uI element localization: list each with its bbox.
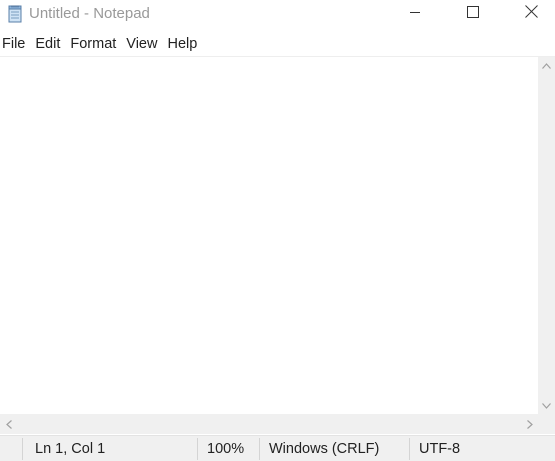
menu-format[interactable]: Format (67, 33, 119, 55)
scroll-left-icon[interactable] (0, 416, 17, 433)
scroll-down-icon[interactable] (538, 397, 555, 414)
status-divider (22, 438, 23, 460)
scrollbar-corner (538, 414, 555, 434)
scroll-right-icon[interactable] (521, 416, 538, 433)
window-title: Untitled - Notepad (29, 5, 150, 22)
status-cursor-position: Ln 1, Col 1 (35, 441, 106, 457)
maximize-icon (467, 5, 479, 23)
status-line-ending: Windows (CRLF) (269, 441, 380, 457)
vertical-scrollbar[interactable] (538, 57, 555, 414)
scroll-up-icon[interactable] (538, 57, 555, 74)
title-bar[interactable]: Untitled - Notepad (0, 0, 555, 30)
menu-view[interactable]: View (123, 33, 160, 55)
notepad-window: Untitled - Notepad File Edit Format View… (0, 0, 555, 461)
status-divider (259, 438, 260, 460)
status-divider (409, 438, 410, 460)
menu-help[interactable]: Help (164, 33, 200, 55)
menu-edit[interactable]: Edit (32, 33, 63, 55)
notepad-icon[interactable] (6, 5, 24, 23)
close-button[interactable] (502, 0, 555, 28)
menu-file[interactable]: File (0, 33, 28, 55)
minimize-button[interactable] (386, 0, 444, 28)
menu-bar: File Edit Format View Help (0, 33, 555, 55)
text-editor[interactable] (0, 57, 538, 414)
horizontal-scrollbar[interactable] (0, 414, 538, 434)
status-zoom: 100% (207, 441, 245, 457)
minimize-icon (409, 5, 421, 23)
status-divider (197, 438, 198, 460)
maximize-button[interactable] (444, 0, 502, 28)
close-icon (524, 5, 538, 23)
status-bar: Ln 1, Col 1 100% Windows (CRLF) UTF-8 (0, 435, 555, 461)
status-encoding: UTF-8 (419, 441, 461, 457)
